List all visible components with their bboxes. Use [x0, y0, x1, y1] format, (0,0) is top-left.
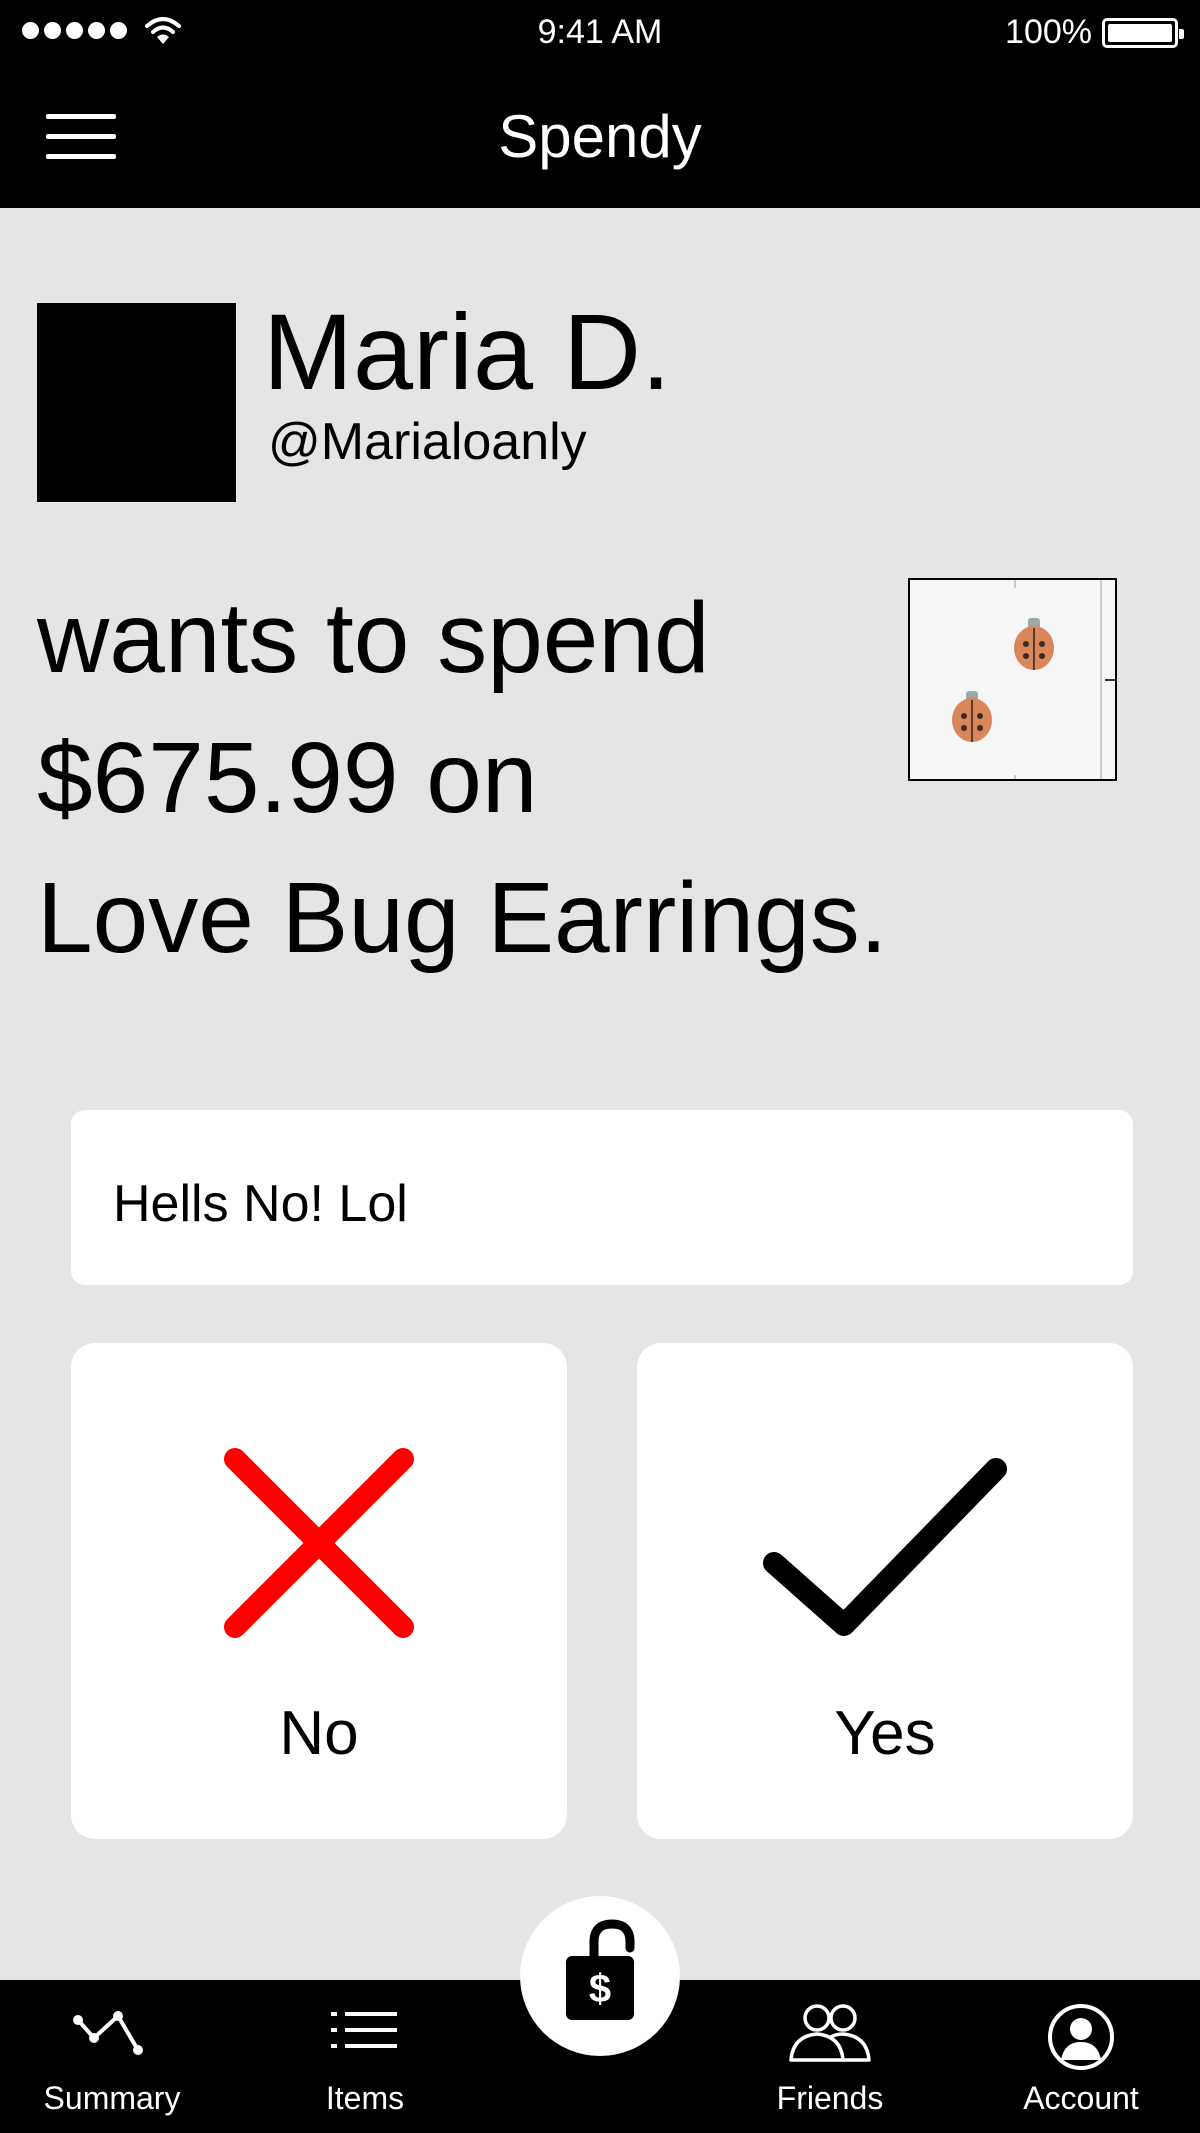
account-icon — [1048, 2004, 1114, 2070]
tab-label: Friends — [776, 2080, 884, 2116]
checkmark-icon — [763, 1458, 1007, 1636]
spend-request-message: wants to spend $675.99 on Love Bug Earri… — [37, 568, 1037, 988]
x-icon — [224, 1448, 414, 1638]
tab-account[interactable]: Account — [981, 1980, 1181, 2133]
tab-label: Summary — [43, 2080, 181, 2116]
message-line-2: $675.99 on — [37, 722, 538, 834]
avatar[interactable] — [37, 303, 236, 502]
battery-percentage: 100% — [1005, 13, 1092, 51]
message-line-3: Love Bug Earrings. — [37, 862, 888, 974]
user-name: Maria D. — [263, 291, 672, 412]
vote-no-label: No — [279, 1699, 359, 1768]
tab-items[interactable]: Items — [265, 1980, 465, 2133]
ladybug-earring-icon — [952, 691, 992, 742]
vote-yes-label: Yes — [834, 1699, 936, 1768]
app-title: Spendy — [498, 103, 702, 170]
product-image[interactable] — [908, 578, 1117, 781]
list-icon — [331, 2012, 397, 2048]
user-handle: @Marialoanly — [268, 413, 587, 471]
app-header: Spendy — [0, 64, 1200, 208]
tab-friends[interactable]: Friends — [730, 1980, 930, 2133]
tab-label: Items — [325, 2080, 405, 2116]
comment-text: Hells No! Lol — [113, 1175, 408, 1233]
vote-no-button[interactable]: No — [71, 1343, 567, 1839]
unlock-spend-button[interactable]: $ — [520, 1896, 680, 2056]
status-bar: 9:41 AM 100% — [0, 0, 1200, 64]
vote-yes-button[interactable]: Yes — [637, 1343, 1133, 1839]
ladybug-earring-icon — [1014, 618, 1054, 670]
battery-icon — [1102, 18, 1184, 48]
tab-summary[interactable]: Summary — [12, 1980, 212, 2133]
message-line-1: wants to spend — [37, 582, 710, 694]
svg-text:$: $ — [589, 1967, 611, 2011]
comment-field[interactable]: Hells No! Lol — [71, 1110, 1133, 1285]
friends-icon — [789, 2004, 871, 2062]
lock-dollar-icon: $ — [566, 1919, 635, 2020]
tab-label: Account — [1023, 2080, 1139, 2116]
chart-line-icon — [73, 2011, 143, 2055]
